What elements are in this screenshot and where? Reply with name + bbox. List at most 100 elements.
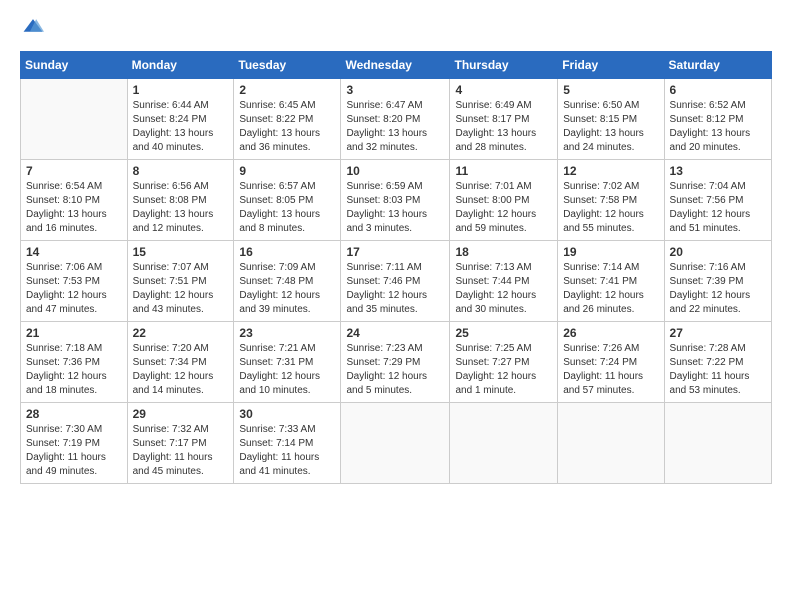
day-cell: 10 Sunrise: 6:59 AM Sunset: 8:03 PM Dayli…: [341, 160, 450, 241]
header: [20, 16, 772, 43]
day-cell: [21, 79, 128, 160]
day-cell: 2 Sunrise: 6:45 AM Sunset: 8:22 PM Daylig…: [234, 79, 341, 160]
day-number: 1: [133, 83, 229, 97]
day-cell: 15 Sunrise: 7:07 AM Sunset: 7:51 PM Dayli…: [127, 241, 234, 322]
day-cell: 19 Sunrise: 7:14 AM Sunset: 7:41 PM Dayli…: [558, 241, 664, 322]
day-cell: 22 Sunrise: 7:20 AM Sunset: 7:34 PM Dayli…: [127, 322, 234, 403]
day-number: 2: [239, 83, 335, 97]
day-info: Sunrise: 7:28 AM Sunset: 7:22 PM Dayligh…: [670, 342, 766, 398]
column-header-saturday: Saturday: [664, 52, 771, 79]
day-info: Sunrise: 7:18 AM Sunset: 7:36 PM Dayligh…: [26, 342, 122, 398]
day-cell: 29 Sunrise: 7:32 AM Sunset: 7:17 PM Dayli…: [127, 403, 234, 484]
day-number: 26: [563, 326, 658, 340]
day-info: Sunrise: 6:56 AM Sunset: 8:08 PM Dayligh…: [133, 180, 229, 236]
day-cell: [341, 403, 450, 484]
week-row-3: 14Sunrise: 7:06 AM Sunset: 7:53 PM Dayli…: [21, 241, 772, 322]
day-info: Sunrise: 6:44 AM Sunset: 8:24 PM Dayligh…: [133, 99, 229, 155]
day-number: 15: [133, 245, 229, 259]
day-info: Sunrise: 7:21 AM Sunset: 7:31 PM Dayligh…: [239, 342, 335, 398]
day-number: 27: [670, 326, 766, 340]
day-info: Sunrise: 7:01 AM Sunset: 8:00 PM Dayligh…: [455, 180, 552, 236]
logo-icon: [22, 16, 44, 38]
day-number: 18: [455, 245, 552, 259]
column-header-thursday: Thursday: [450, 52, 558, 79]
day-info: Sunrise: 6:59 AM Sunset: 8:03 PM Dayligh…: [346, 180, 444, 236]
day-number: 30: [239, 407, 335, 421]
day-cell: 4 Sunrise: 6:49 AM Sunset: 8:17 PM Daylig…: [450, 79, 558, 160]
day-cell: 1 Sunrise: 6:44 AM Sunset: 8:24 PM Daylig…: [127, 79, 234, 160]
day-info: Sunrise: 7:26 AM Sunset: 7:24 PM Dayligh…: [563, 342, 658, 398]
day-cell: [664, 403, 771, 484]
day-number: 10: [346, 164, 444, 178]
day-info: Sunrise: 6:52 AM Sunset: 8:12 PM Dayligh…: [670, 99, 766, 155]
week-row-1: 1 Sunrise: 6:44 AM Sunset: 8:24 PM Daylig…: [21, 79, 772, 160]
column-header-tuesday: Tuesday: [234, 52, 341, 79]
day-info: Sunrise: 7:30 AM Sunset: 7:19 PM Dayligh…: [26, 423, 122, 479]
day-cell: [558, 403, 664, 484]
day-cell: 12 Sunrise: 7:02 AM Sunset: 7:58 PM Dayli…: [558, 160, 664, 241]
day-info: Sunrise: 6:49 AM Sunset: 8:17 PM Dayligh…: [455, 99, 552, 155]
day-cell: 6 Sunrise: 6:52 AM Sunset: 8:12 PM Daylig…: [664, 79, 771, 160]
calendar-body: 1 Sunrise: 6:44 AM Sunset: 8:24 PM Daylig…: [21, 79, 772, 484]
day-number: 11: [455, 164, 552, 178]
day-number: 19: [563, 245, 658, 259]
day-cell: 11 Sunrise: 7:01 AM Sunset: 8:00 PM Dayli…: [450, 160, 558, 241]
calendar-header: SundayMondayTuesdayWednesdayThursdayFrid…: [21, 52, 772, 79]
day-cell: 28Sunrise: 7:30 AM Sunset: 7:19 PM Dayli…: [21, 403, 128, 484]
day-cell: [450, 403, 558, 484]
day-cell: 5 Sunrise: 6:50 AM Sunset: 8:15 PM Daylig…: [558, 79, 664, 160]
day-number: 6: [670, 83, 766, 97]
day-number: 8: [133, 164, 229, 178]
column-header-wednesday: Wednesday: [341, 52, 450, 79]
day-info: Sunrise: 7:11 AM Sunset: 7:46 PM Dayligh…: [346, 261, 444, 317]
column-header-sunday: Sunday: [21, 52, 128, 79]
day-cell: 18 Sunrise: 7:13 AM Sunset: 7:44 PM Dayli…: [450, 241, 558, 322]
day-number: 23: [239, 326, 335, 340]
day-number: 20: [670, 245, 766, 259]
day-info: Sunrise: 7:14 AM Sunset: 7:41 PM Dayligh…: [563, 261, 658, 317]
day-cell: 21Sunrise: 7:18 AM Sunset: 7:36 PM Dayli…: [21, 322, 128, 403]
day-info: Sunrise: 7:16 AM Sunset: 7:39 PM Dayligh…: [670, 261, 766, 317]
day-info: Sunrise: 6:54 AM Sunset: 8:10 PM Dayligh…: [26, 180, 122, 236]
day-cell: 13Sunrise: 7:04 AM Sunset: 7:56 PM Dayli…: [664, 160, 771, 241]
day-cell: 14Sunrise: 7:06 AM Sunset: 7:53 PM Dayli…: [21, 241, 128, 322]
day-info: Sunrise: 6:45 AM Sunset: 8:22 PM Dayligh…: [239, 99, 335, 155]
day-number: 3: [346, 83, 444, 97]
day-cell: 25 Sunrise: 7:25 AM Sunset: 7:27 PM Dayli…: [450, 322, 558, 403]
day-info: Sunrise: 7:33 AM Sunset: 7:14 PM Dayligh…: [239, 423, 335, 479]
day-number: 12: [563, 164, 658, 178]
day-cell: 23 Sunrise: 7:21 AM Sunset: 7:31 PM Dayli…: [234, 322, 341, 403]
day-number: 13: [670, 164, 766, 178]
day-cell: 9 Sunrise: 6:57 AM Sunset: 8:05 PM Daylig…: [234, 160, 341, 241]
day-info: Sunrise: 7:06 AM Sunset: 7:53 PM Dayligh…: [26, 261, 122, 317]
day-cell: 7 Sunrise: 6:54 AM Sunset: 8:10 PM Daylig…: [21, 160, 128, 241]
day-info: Sunrise: 6:50 AM Sunset: 8:15 PM Dayligh…: [563, 99, 658, 155]
day-info: Sunrise: 7:25 AM Sunset: 7:27 PM Dayligh…: [455, 342, 552, 398]
day-cell: 27 Sunrise: 7:28 AM Sunset: 7:22 PM Dayli…: [664, 322, 771, 403]
day-cell: 8 Sunrise: 6:56 AM Sunset: 8:08 PM Daylig…: [127, 160, 234, 241]
day-info: Sunrise: 7:02 AM Sunset: 7:58 PM Dayligh…: [563, 180, 658, 236]
day-info: Sunrise: 6:57 AM Sunset: 8:05 PM Dayligh…: [239, 180, 335, 236]
column-header-friday: Friday: [558, 52, 664, 79]
day-number: 22: [133, 326, 229, 340]
day-number: 7: [26, 164, 122, 178]
calendar-table: SundayMondayTuesdayWednesdayThursdayFrid…: [20, 51, 772, 484]
day-cell: 26 Sunrise: 7:26 AM Sunset: 7:24 PM Dayli…: [558, 322, 664, 403]
day-info: Sunrise: 7:20 AM Sunset: 7:34 PM Dayligh…: [133, 342, 229, 398]
day-number: 16: [239, 245, 335, 259]
day-cell: 3 Sunrise: 6:47 AM Sunset: 8:20 PM Daylig…: [341, 79, 450, 160]
day-number: 29: [133, 407, 229, 421]
day-cell: 30 Sunrise: 7:33 AM Sunset: 7:14 PM Dayli…: [234, 403, 341, 484]
day-info: Sunrise: 7:32 AM Sunset: 7:17 PM Dayligh…: [133, 423, 229, 479]
day-info: Sunrise: 7:13 AM Sunset: 7:44 PM Dayligh…: [455, 261, 552, 317]
day-number: 25: [455, 326, 552, 340]
page: SundayMondayTuesdayWednesdayThursdayFrid…: [0, 0, 792, 494]
day-info: Sunrise: 7:07 AM Sunset: 7:51 PM Dayligh…: [133, 261, 229, 317]
week-row-4: 21Sunrise: 7:18 AM Sunset: 7:36 PM Dayli…: [21, 322, 772, 403]
day-number: 5: [563, 83, 658, 97]
week-row-2: 7 Sunrise: 6:54 AM Sunset: 8:10 PM Daylig…: [21, 160, 772, 241]
day-number: 9: [239, 164, 335, 178]
day-number: 4: [455, 83, 552, 97]
day-info: Sunrise: 6:47 AM Sunset: 8:20 PM Dayligh…: [346, 99, 444, 155]
day-cell: 16Sunrise: 7:09 AM Sunset: 7:48 PM Dayli…: [234, 241, 341, 322]
